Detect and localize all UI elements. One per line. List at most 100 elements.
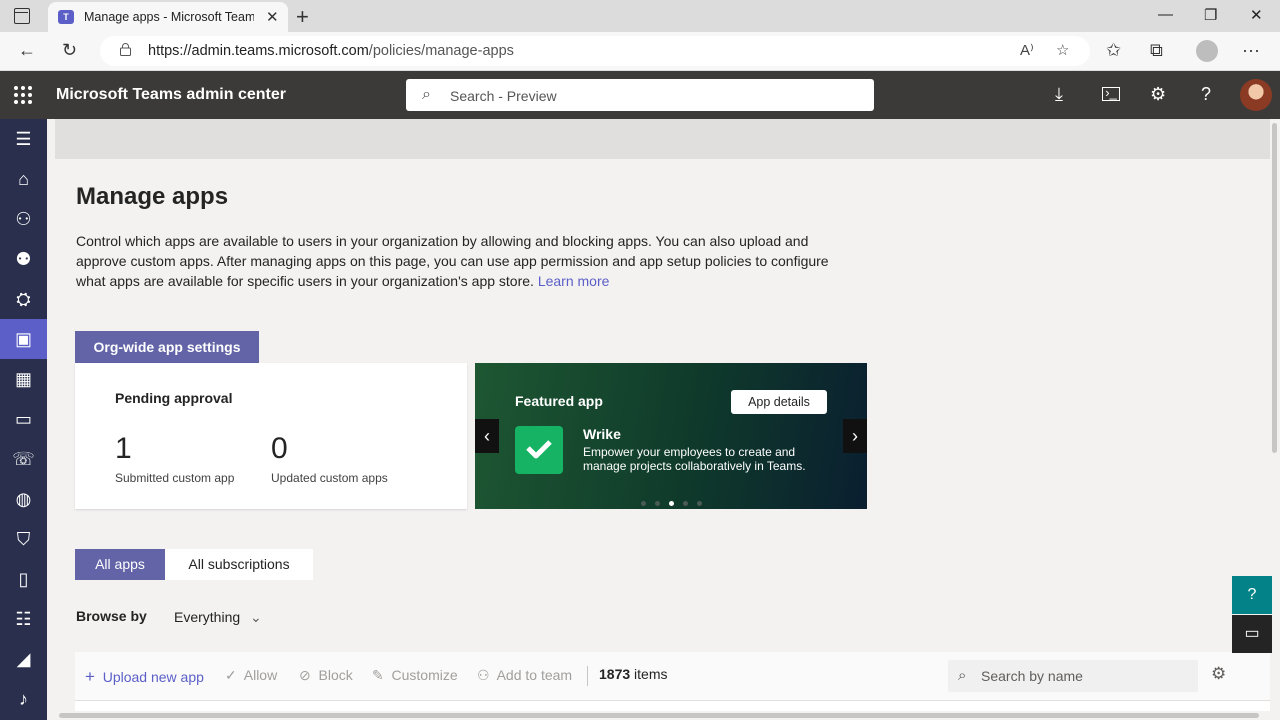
policy-packages-icon[interactable]: ⛉ — [0, 519, 47, 559]
back-icon[interactable]: ← — [18, 40, 36, 61]
help-icon[interactable]: ? — [1201, 84, 1211, 105]
restore-icon[interactable]: ❐ — [1204, 6, 1217, 24]
item-count: 1873 items — [599, 666, 668, 682]
browser-tab-bar: T Manage apps - Microsoft Teams ✕ + — ❐ … — [0, 0, 1280, 32]
org-wide-app-settings-button[interactable]: Org-wide app settings — [75, 331, 259, 363]
carousel-dot-active[interactable] — [669, 501, 674, 506]
block-icon: ⊘ — [299, 667, 311, 683]
add-to-team-button[interactable]: ⚇ Add to team — [477, 667, 572, 684]
users-icon[interactable]: ⚉ — [0, 239, 47, 279]
url-text: https://admin.teams.microsoft.com/polici… — [148, 43, 514, 59]
home-icon[interactable]: ⌂ — [0, 159, 47, 199]
divider — [587, 666, 588, 686]
upload-new-app-button[interactable]: + Upload new app — [85, 667, 204, 687]
planning-icon[interactable]: ☷ — [0, 599, 47, 639]
column-settings-gear-icon[interactable]: ⚙ — [1211, 664, 1226, 684]
allow-button[interactable]: ✓ Allow — [225, 667, 277, 684]
voice-icon[interactable]: ☏ — [0, 439, 47, 479]
teams-favicon-icon: T — [58, 10, 74, 24]
tab-actions-icon[interactable] — [14, 8, 30, 24]
team-icon: ⚇ — [477, 667, 490, 683]
content-header-band — [55, 119, 1270, 159]
deploy-icon[interactable]: ⛭ — [0, 279, 47, 319]
submitted-label: Submitted custom app — [115, 471, 235, 485]
read-aloud-icon[interactable]: A⁾ — [1020, 41, 1034, 59]
featured-app-title: Featured app — [515, 393, 603, 409]
messaging-icon[interactable]: ▭ — [0, 399, 47, 439]
app-details-button[interactable]: App details — [731, 390, 827, 414]
search-by-name-placeholder: Search by name — [981, 668, 1083, 684]
featured-app-card: Featured app App details ‹ › Wrike Empow… — [475, 363, 867, 509]
devices-icon[interactable]: ▯ — [0, 559, 47, 599]
browser-tab[interactable]: T Manage apps - Microsoft Teams ✕ — [48, 2, 288, 32]
pending-approval-card: Pending approval 1 Submitted custom app … — [75, 363, 467, 509]
download-icon[interactable]: ⤓ — [1055, 84, 1063, 105]
hscroll-thumb[interactable] — [59, 713, 1259, 718]
locations-icon[interactable]: ◍ — [0, 479, 47, 519]
favorites-icon[interactable]: ✩ — [1106, 40, 1121, 61]
browser-toolbar: ← ↻ https://admin.teams.microsoft.com/po… — [0, 32, 1280, 71]
notifications-icon[interactable]: ♪ — [0, 679, 47, 719]
search-icon: ⌕ — [422, 86, 431, 103]
checkmark-icon: ✓ — [225, 667, 237, 683]
carousel-dots — [641, 493, 711, 511]
teams-apps-icon[interactable]: ▣ — [0, 319, 47, 359]
learn-more-link[interactable]: Learn more — [538, 273, 610, 289]
avatar[interactable] — [1240, 79, 1272, 111]
wrike-logo-icon — [515, 426, 563, 474]
meetings-icon[interactable]: ▦ — [0, 359, 47, 399]
carousel-dot[interactable] — [655, 501, 660, 506]
add-favorite-icon[interactable]: ☆ — [1056, 41, 1069, 59]
collections-icon[interactable]: ⧉ — [1150, 40, 1163, 61]
command-bar: + Upload new app ✓ Allow ⊘ Block ✎ Custo… — [75, 652, 1270, 700]
tab-close-icon[interactable]: ✕ — [266, 8, 279, 26]
updated-label: Updated custom apps — [271, 471, 388, 485]
minimize-icon[interactable]: — — [1158, 6, 1173, 23]
feedback-icon[interactable]: ▭ — [1232, 615, 1272, 653]
scroll-thumb[interactable] — [1272, 123, 1277, 453]
new-tab-icon[interactable]: + — [296, 4, 309, 30]
app-header: Microsoft Teams admin center ⌕ Search - … — [0, 71, 1280, 119]
app-title: Microsoft Teams admin center — [56, 86, 286, 103]
address-bar[interactable]: https://admin.teams.microsoft.com/polici… — [100, 36, 1090, 66]
refresh-icon[interactable]: ↻ — [62, 40, 77, 61]
edit-icon: ✎ — [372, 667, 384, 683]
carousel-next-icon[interactable]: › — [843, 419, 867, 453]
horizontal-scrollbar[interactable] — [55, 711, 1270, 720]
tab-title: Manage apps - Microsoft Teams — [84, 10, 254, 24]
submitted-count[interactable]: 1 — [115, 432, 132, 466]
help-assistant-icon[interactable]: ? — [1232, 576, 1272, 614]
tab-all-apps[interactable]: All apps — [75, 549, 165, 580]
search-icon: ⌕ — [958, 667, 967, 684]
updated-count[interactable]: 0 — [271, 432, 288, 466]
app-launcher-icon[interactable] — [14, 86, 32, 104]
carousel-dot[interactable] — [683, 501, 688, 506]
analytics-icon[interactable]: ◢ — [0, 639, 47, 679]
profile-icon[interactable] — [1196, 40, 1218, 62]
block-button[interactable]: ⊘ Block — [299, 667, 353, 684]
global-search-input[interactable]: ⌕ Search - Preview — [406, 79, 874, 111]
close-window-icon[interactable]: ✕ — [1250, 6, 1263, 24]
carousel-dot[interactable] — [697, 501, 702, 506]
more-icon[interactable]: ··· — [1242, 40, 1260, 61]
left-navigation-rail: ☰ ⌂ ⚇ ⚉ ⛭ ▣ ▦ ▭ ☏ ◍ ⛉ ▯ ☷ ◢ ♪ — [0, 119, 47, 720]
page-description: Control which apps are available to user… — [76, 233, 829, 289]
add-icon: + — [85, 667, 95, 686]
featured-app-description: Empower your employees to create and man… — [583, 445, 806, 473]
tab-all-subscriptions[interactable]: All subscriptions — [165, 549, 313, 580]
global-search-placeholder: Search - Preview — [450, 88, 557, 104]
chevron-down-icon: ⌄ — [250, 609, 262, 625]
customize-button[interactable]: ✎ Customize — [372, 667, 458, 684]
carousel-dot[interactable] — [641, 501, 646, 506]
carousel-prev-icon[interactable]: ‹ — [475, 419, 499, 453]
page-title: Manage apps — [76, 183, 229, 210]
pending-approval-title: Pending approval — [115, 390, 233, 406]
teams-icon[interactable]: ⚇ — [0, 199, 47, 239]
powershell-icon[interactable]: ›_ — [1102, 86, 1120, 101]
hamburger-menu-icon[interactable]: ☰ — [0, 119, 47, 159]
main-content: Manage apps Control which apps are avail… — [55, 119, 1270, 720]
browse-by-dropdown[interactable]: Everything ⌄ — [174, 609, 262, 626]
lock-icon — [120, 43, 131, 56]
settings-gear-icon[interactable]: ⚙ — [1150, 84, 1166, 105]
search-by-name-input[interactable]: ⌕ Search by name — [948, 660, 1198, 692]
